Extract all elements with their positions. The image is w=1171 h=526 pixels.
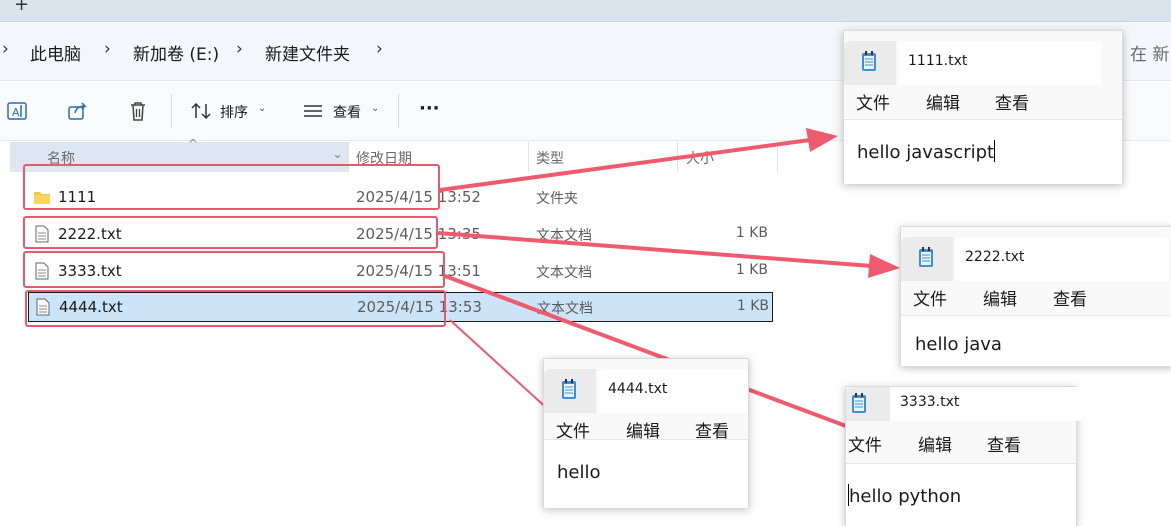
- file-size: 1 KB: [735, 262, 768, 278]
- column-divider[interactable]: [777, 142, 778, 172]
- breadcrumb-new-folder[interactable]: 新建文件夹: [265, 40, 350, 65]
- notepad-window: 4444.txt 文件 编辑 查看 hello: [543, 358, 749, 508]
- notepad-content: hello javascript: [857, 140, 996, 163]
- breadcrumb-drive-e[interactable]: 新加卷 (E:): [133, 40, 219, 65]
- sort-ascending-icon: ^: [188, 137, 199, 151]
- chevron-down-icon: ⌄: [371, 103, 380, 114]
- file-size: 1 KB: [736, 298, 769, 314]
- file-size: 1 KB: [735, 225, 768, 241]
- toolbar-divider: [398, 94, 399, 128]
- file-name: 1111: [58, 188, 97, 206]
- menu-view[interactable]: 查看: [995, 89, 1029, 114]
- file-type: 文件夹: [536, 191, 578, 207]
- new-tab-button[interactable]: +: [14, 0, 29, 15]
- more-options-button[interactable]: ···: [419, 98, 440, 119]
- file-name: 3333.txt: [58, 262, 122, 280]
- breadcrumb-separator[interactable]: ›: [376, 39, 383, 59]
- notepad-tab[interactable]: 2222.txt: [955, 237, 1169, 281]
- file-row[interactable]: 2222.txt 2025/4/15 13:35 文本文档 1 KB: [28, 219, 773, 249]
- notepad-window: 2222.txt 文件 编辑 查看 hello java: [900, 226, 1171, 366]
- search-box[interactable]: 在 新: [1130, 40, 1169, 65]
- sort-button[interactable]: 排序: [220, 102, 248, 122]
- column-divider[interactable]: [528, 142, 529, 172]
- file-row-selected[interactable]: 4444.txt 2025/4/15 13:53 文本文档 1 KB: [28, 292, 773, 322]
- chevron-down-icon: ⌄: [258, 103, 267, 114]
- file-type: 文本文档: [536, 228, 592, 244]
- menu-edit[interactable]: 编辑: [983, 285, 1017, 310]
- tab-strip: +: [0, 0, 1171, 22]
- notepad-editor[interactable]: hello java: [901, 315, 1171, 366]
- notepad-icon: [562, 379, 576, 399]
- notepad-content: hello java: [915, 334, 1002, 355]
- breadcrumb-separator[interactable]: ›: [104, 39, 111, 59]
- menu-file[interactable]: 文件: [913, 285, 947, 310]
- column-divider[interactable]: [677, 142, 678, 172]
- menu-file[interactable]: 文件: [848, 431, 882, 456]
- menu-view[interactable]: 查看: [987, 431, 1021, 456]
- notepad-tab[interactable]: 4444.txt: [598, 369, 748, 413]
- file-name: 4444.txt: [59, 298, 123, 316]
- notepad-tab-title: 4444.txt: [608, 381, 668, 397]
- notepad-editor[interactable]: hello: [544, 439, 748, 508]
- menu-edit[interactable]: 编辑: [926, 89, 960, 114]
- notepad-tab-title: 3333.txt: [900, 394, 960, 410]
- column-header-modified[interactable]: 修改日期: [356, 148, 412, 168]
- file-modified: 2025/4/15 13:35: [356, 225, 481, 243]
- notepad-tab-title: 2222.txt: [965, 249, 1025, 265]
- notepad-editor[interactable]: hello javascript: [844, 119, 1122, 184]
- notepad-icon: [852, 393, 866, 413]
- share-icon[interactable]: [66, 100, 90, 122]
- file-type: 文本文档: [536, 265, 592, 281]
- svg-text:A: A: [12, 106, 20, 119]
- file-row[interactable]: 3333.txt 2025/4/15 13:51 文本文档 1 KB: [28, 256, 773, 286]
- text-caret: [994, 140, 996, 162]
- notepad-content: hello: [557, 462, 601, 483]
- notepad-icon-area: [846, 387, 890, 421]
- notepad-editor[interactable]: hello python: [846, 463, 1076, 526]
- column-header-name[interactable]: 名称: [47, 148, 75, 168]
- view-icon[interactable]: [302, 100, 326, 122]
- delete-icon[interactable]: [126, 100, 150, 122]
- menu-view[interactable]: 查看: [1053, 285, 1087, 310]
- breadcrumb-this-pc[interactable]: 此电脑: [30, 40, 81, 65]
- menu-edit[interactable]: 编辑: [918, 431, 952, 456]
- notepad-icon-area: [544, 369, 596, 413]
- notepad-icon-area: [901, 237, 953, 281]
- sort-icon[interactable]: [190, 100, 214, 122]
- notepad-icon: [919, 247, 933, 267]
- notepad-content: hello python: [848, 484, 962, 507]
- file-name: 2222.txt: [58, 225, 122, 243]
- notepad-icon: [862, 51, 876, 71]
- notepad-tab-title: 1111.txt: [908, 53, 968, 69]
- folder-icon: [34, 192, 50, 204]
- notepad-window: 1111.txt 文件 编辑 查看 hello javascript: [843, 30, 1123, 184]
- breadcrumb-separator[interactable]: ›: [236, 39, 243, 59]
- file-modified: 2025/4/15 13:53: [357, 298, 482, 316]
- text-file-icon: [35, 262, 49, 280]
- notepad-tab[interactable]: 1111.txt: [898, 41, 1102, 85]
- column-divider[interactable]: [348, 142, 349, 172]
- notepad-window: 3333.txt 文件 编辑 查看 hello python: [845, 386, 1084, 526]
- file-modified: 2025/4/15 13:51: [356, 262, 481, 280]
- file-type: 文本文档: [537, 301, 593, 317]
- notepad-icon-area: [844, 41, 896, 85]
- view-button[interactable]: 查看: [333, 102, 361, 122]
- text-file-icon: [36, 298, 50, 316]
- menu-file[interactable]: 文件: [856, 89, 890, 114]
- rename-icon[interactable]: A: [6, 100, 30, 122]
- breadcrumb-separator: ›: [2, 39, 9, 59]
- chevron-down-icon[interactable]: ⌄: [332, 147, 343, 162]
- text-file-icon: [35, 225, 49, 243]
- toolbar-divider: [171, 94, 172, 128]
- file-modified: 2025/4/15 13:52: [356, 188, 481, 206]
- file-row[interactable]: 1111 2025/4/15 13:52 文件夹: [28, 182, 773, 212]
- column-header-size[interactable]: 大小: [686, 148, 714, 168]
- column-header-type[interactable]: 类型: [536, 148, 564, 168]
- notepad-tab[interactable]: 3333.txt: [890, 387, 1084, 421]
